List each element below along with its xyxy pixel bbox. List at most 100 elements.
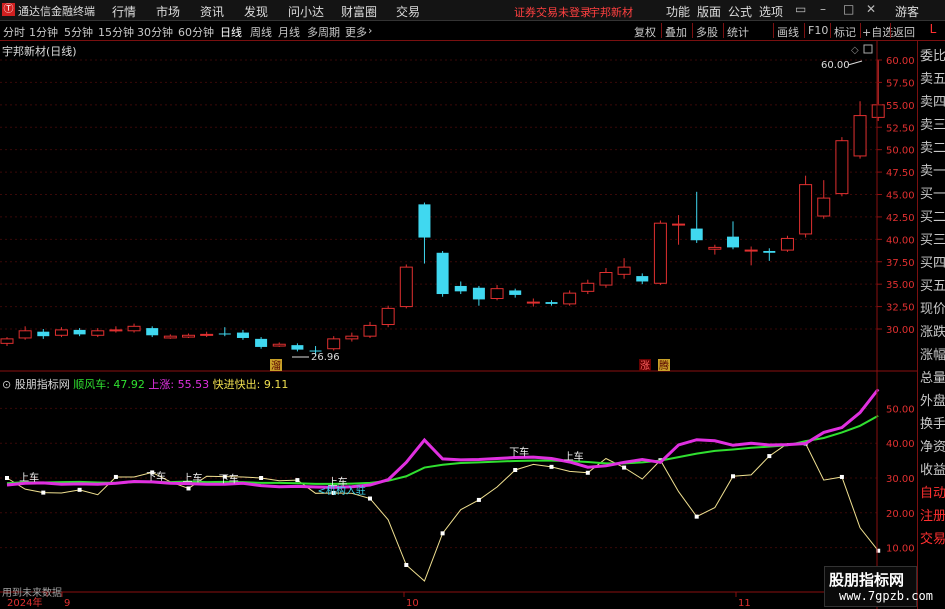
sidebar-item[interactable]: 现价 (920, 301, 945, 319)
sidebar-item[interactable]: 买一 (920, 186, 945, 204)
menu-news[interactable]: 资讯 (200, 3, 224, 20)
period-tab[interactable]: 30分钟 (137, 24, 173, 40)
menu-layout[interactable]: 版面 (697, 3, 721, 20)
menu-market[interactable]: 市场 (156, 3, 180, 20)
period-tab[interactable]: 月线 (278, 24, 300, 40)
candle (617, 258, 631, 279)
price-tick-label: 50.00 (886, 146, 915, 157)
fast-in-out-point (839, 474, 844, 479)
high-price-label: 60.00 (821, 60, 850, 71)
login-status[interactable]: 证券交易未登录 (514, 4, 591, 20)
candle (653, 220, 667, 286)
tool-overlay[interactable]: 叠加 (665, 24, 687, 40)
period-tab[interactable]: 多周期 (307, 24, 340, 40)
sidebar-item[interactable]: 总量 (920, 370, 945, 388)
candle (526, 298, 540, 307)
fast-in-out-point (622, 465, 627, 470)
stock-name-header: 宇邦新材 (589, 6, 633, 19)
candle (363, 321, 377, 338)
fast-in-out-point (41, 490, 46, 495)
tool-back[interactable]: 返回 (893, 24, 915, 40)
menu-ask[interactable]: 问小达 (288, 3, 324, 20)
sidebar-item[interactable]: 委比 (920, 48, 945, 66)
event-marker: 溜 (271, 359, 281, 372)
sidebar-item[interactable]: 自动 (920, 485, 945, 503)
separator (890, 23, 891, 38)
chevron-right-icon[interactable]: › (368, 24, 372, 37)
tool-multi[interactable]: 多股 (696, 24, 718, 40)
close-icon[interactable]: ✕ (866, 2, 876, 16)
event-marker: 腾 (659, 359, 669, 372)
tool-f10[interactable]: F10 (808, 24, 828, 37)
minimize-icon[interactable]: – (820, 2, 826, 16)
period-tab[interactable]: 15分钟 (98, 24, 134, 40)
sidebar-toggle[interactable]: L (921, 22, 945, 40)
menu-trade[interactable]: 交易 (396, 3, 420, 20)
sidebar-item[interactable]: 卖三 (920, 117, 945, 135)
sidebar-item[interactable]: 净资 (920, 439, 945, 457)
tool-draw[interactable]: 画线 (777, 24, 799, 40)
menu-quotes[interactable]: 行情 (112, 3, 136, 20)
menu-discover[interactable]: 发现 (244, 3, 268, 20)
candle (418, 202, 431, 264)
candle (472, 285, 485, 306)
indicator-tick-label: 30.00 (886, 474, 915, 485)
candle (436, 250, 449, 297)
candle (763, 248, 776, 261)
tool-mark[interactable]: 标记 (834, 24, 856, 40)
tailwind-line (6, 414, 879, 485)
guest-label[interactable]: 游客 (895, 3, 919, 20)
fast-in-out-point (368, 496, 372, 501)
menu-functions[interactable]: 功能 (666, 3, 690, 20)
sidebar-item[interactable]: 卖二 (920, 140, 945, 158)
watermark-title: 股朋指标网 (829, 571, 905, 589)
period-tab-active[interactable]: 日线 (220, 24, 242, 40)
sidebar-item[interactable]: 卖五 (920, 71, 945, 89)
sidebar-item[interactable]: 卖四 (920, 94, 945, 112)
tool-add-watchlist[interactable]: +自选 (862, 24, 893, 40)
date-axis: 2024年 9 10 11 (7, 592, 751, 609)
sidebar-item[interactable]: 交易 (920, 531, 945, 549)
maximize-icon[interactable]: □ (843, 2, 854, 16)
period-tab[interactable]: 周线 (250, 24, 272, 40)
candle (871, 60, 885, 121)
candle (18, 326, 32, 340)
sidebar-item[interactable]: 买四 (920, 255, 945, 273)
period-tab[interactable]: 1分钟 (29, 24, 58, 40)
fast-in-out-point (404, 563, 409, 567)
separator (773, 23, 774, 38)
sidebar-item[interactable]: 换手 (920, 416, 945, 434)
sidebar-item[interactable]: 买三 (920, 232, 945, 250)
menu-formula[interactable]: 公式 (728, 3, 752, 20)
chart-title: 宇邦新材(日线) (2, 45, 77, 58)
sidebar-item[interactable]: 注册 (920, 508, 945, 526)
sidebar-item[interactable]: 买二 (920, 209, 945, 227)
tool-adjust[interactable]: 复权 (634, 24, 656, 40)
menu-options[interactable]: 选项 (759, 3, 783, 20)
sidebar-item[interactable]: 涨幅 (920, 347, 945, 365)
candle (399, 264, 413, 309)
fast-in-out-point (186, 486, 191, 491)
candle (272, 342, 286, 347)
app-logo-icon: Ⓣ (2, 3, 15, 16)
period-tab[interactable]: 5分钟 (64, 24, 93, 40)
candle (672, 215, 686, 245)
period-tab[interactable]: 60分钟 (178, 24, 214, 40)
sidebar-item[interactable]: 卖一 (920, 163, 945, 181)
tool-stats[interactable]: 统计 (727, 24, 749, 40)
candle (509, 288, 522, 298)
candle (780, 235, 794, 252)
menu-wealth[interactable]: 财富圈 (341, 3, 377, 20)
chart-area[interactable]: 60.00 57.50 55.00 52.50 50.00 47.50 45.00 42.50… (0, 41, 917, 609)
indicator-legend[interactable]: ⊙ 股朋指标网 顺风车: 47.92 上涨: 55.53 快进快出: 9.11 (2, 376, 288, 392)
sidebar-item[interactable]: 收益 (920, 462, 945, 480)
sidebar-item[interactable]: 涨跌 (920, 324, 945, 342)
period-tab[interactable]: 更多 (345, 24, 367, 40)
fast-in-out-point (476, 497, 481, 502)
sidebar-item[interactable]: 外盘 (920, 393, 945, 411)
panel-toggle-icon[interactable] (863, 44, 873, 54)
sidebar-item[interactable]: 买五 (920, 278, 945, 296)
price-tick-label: 55.00 (886, 101, 915, 112)
help-icon[interactable]: ▭ (795, 2, 806, 16)
period-tab[interactable]: 分时 (3, 24, 25, 40)
